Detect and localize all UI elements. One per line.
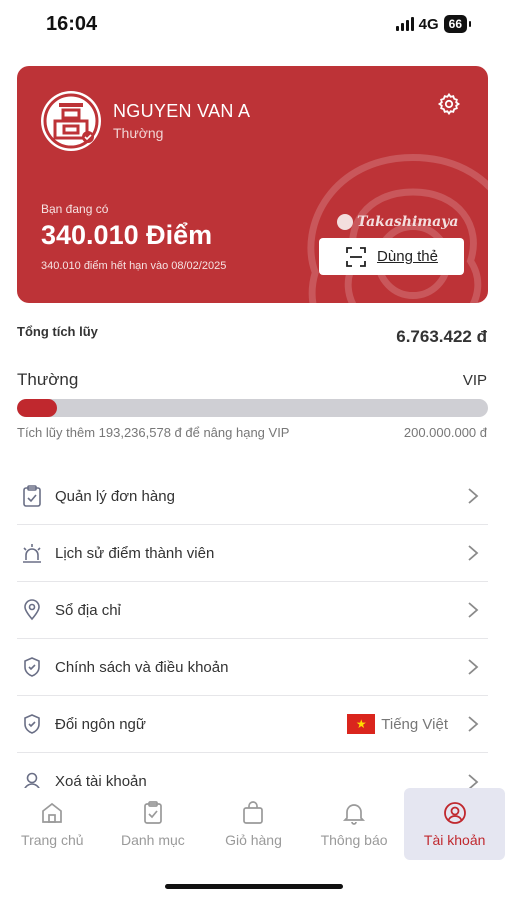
shopping-bag-icon	[243, 801, 264, 824]
user-name: NGUYEN VAN A	[113, 101, 251, 121]
status-indicators: 4G 66	[395, 15, 471, 33]
account-menu: Quản lý đơn hàng Lịch sử điểm thành viên…	[17, 468, 488, 810]
tab-label: Tài khoản	[423, 832, 486, 848]
use-card-button[interactable]: Dùng thẻ	[319, 238, 464, 275]
tab-notifications[interactable]: Thông báo	[304, 788, 405, 860]
scan-frame-icon	[346, 246, 366, 267]
network-type: 4G	[418, 15, 439, 33]
use-card-label: Dùng thẻ	[377, 248, 438, 265]
brand-mark-icon	[337, 214, 353, 230]
total-label: Tổng tích lũy	[17, 324, 98, 339]
battery-icon: 66	[443, 15, 467, 33]
chevron-right-icon	[468, 659, 479, 675]
chevron-right-icon	[468, 488, 479, 504]
clipboard-check-icon	[21, 485, 43, 507]
status-time: 16:04	[46, 13, 98, 35]
menu-item-points-history[interactable]: Lịch sử điểm thành viên	[17, 525, 488, 582]
clipboard-check-icon	[144, 801, 162, 824]
battery-tip	[469, 21, 471, 27]
tab-label: Danh mục	[120, 832, 185, 848]
home-indicator	[165, 884, 343, 889]
menu-item-orders[interactable]: Quản lý đơn hàng	[17, 468, 488, 525]
shield-check-icon	[21, 713, 43, 735]
menu-item-address-book[interactable]: Sổ địa chỉ	[17, 582, 488, 639]
progress-note: Tích lũy thêm 193,236,578 đ để nâng hạng…	[17, 425, 290, 440]
vietnam-flag-icon: ★	[347, 714, 376, 734]
menu-item-language[interactable]: Đổi ngôn ngữ ★ Tiếng Việt	[17, 696, 488, 753]
brand-name: Takashimaya	[357, 214, 459, 230]
chevron-right-icon	[468, 545, 479, 561]
points-value: 340.010 Điểm	[41, 220, 213, 250]
brand-logo: Takashimaya	[337, 214, 458, 230]
membership-card: NGUYEN VAN A Thường Bạn đang có 340.010 …	[17, 66, 488, 303]
home-icon	[42, 802, 63, 823]
points-label: Bạn đang có	[41, 202, 109, 216]
chevron-right-icon	[468, 716, 479, 732]
tab-label: Giỏ hàng	[225, 832, 282, 848]
location-pin-icon	[21, 599, 43, 621]
signal-icon	[395, 17, 414, 31]
user-tier: Thường	[113, 125, 164, 141]
tab-account[interactable]: Tài khoản	[404, 788, 505, 860]
tier-next: VIP	[462, 372, 487, 389]
tab-categories[interactable]: Danh mục	[103, 788, 204, 860]
bottom-tab-bar: Trang chủ Danh mục Giỏ hàng Thông báo Tà…	[0, 788, 507, 860]
siren-icon	[21, 542, 43, 564]
shield-check-icon	[21, 656, 43, 678]
user-circle-icon	[443, 802, 466, 824]
progress-target: 200.000.000 đ	[403, 425, 487, 440]
menu-item-label: Lịch sử điểm thành viên	[55, 544, 215, 562]
tier-progress-fill	[17, 399, 58, 417]
language-value: Tiếng Việt	[381, 715, 448, 733]
tab-label: Thông báo	[320, 832, 388, 848]
tab-label: Trang chủ	[21, 832, 84, 848]
gear-icon[interactable]	[437, 92, 461, 116]
tier-current: Thường	[17, 370, 79, 389]
chevron-right-icon	[468, 602, 479, 618]
menu-item-label: Chính sách và điều khoản	[55, 658, 229, 676]
total-value: 6.763.422 đ	[396, 327, 487, 346]
menu-item-label: Sổ địa chỉ	[55, 601, 121, 619]
tier-progress-bar	[17, 399, 488, 417]
tab-home[interactable]: Trang chủ	[2, 788, 103, 860]
takashimaya-logo-icon	[41, 91, 101, 151]
status-bar: 16:04 4G 66	[0, 0, 507, 50]
menu-item-label: Đổi ngôn ngữ	[55, 715, 146, 733]
menu-item-policy[interactable]: Chính sách và điều khoản	[17, 639, 488, 696]
points-expiry: 340.010 điểm hết hạn vào 08/02/2025	[41, 260, 227, 272]
current-language: ★ Tiếng Việt	[347, 714, 448, 734]
menu-item-label: Quản lý đơn hàng	[55, 487, 175, 505]
tab-cart[interactable]: Giỏ hàng	[203, 788, 304, 860]
bell-icon	[343, 804, 366, 825]
